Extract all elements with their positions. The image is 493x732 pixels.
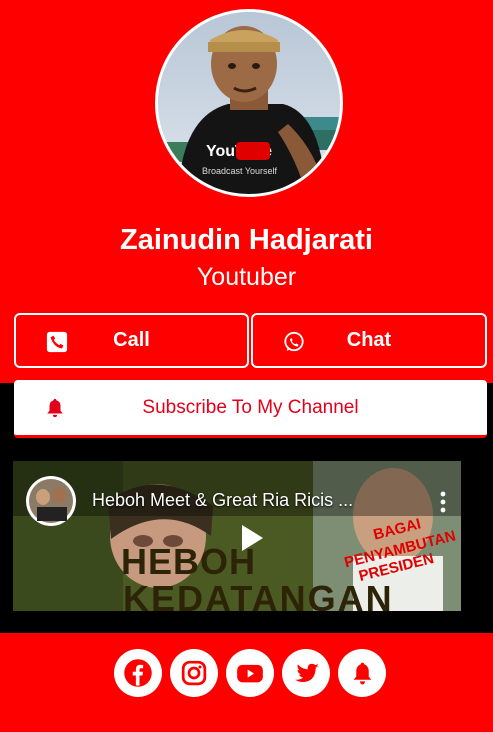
whatsapp-icon [284,331,304,352]
shirt-sub-text: Broadcast Yourself [202,166,278,176]
subscribe-label: Subscribe To My Channel [142,396,359,418]
bell-icon [47,398,63,418]
phone-icon [46,331,68,353]
bell-icon [353,662,371,684]
video-title: Heboh Meet & Great Ria Ricis ... [92,490,354,510]
notification-button[interactable] [338,649,386,697]
profile-subtitle: Youtuber [196,263,297,291]
avatar-photo: YouTube Broadcast Yourself [158,12,340,194]
video-overlay-text-2: KEDATANGAN [123,578,394,611]
call-button[interactable]: Call [14,313,249,368]
youtube-icon [237,664,263,683]
avatar: YouTube Broadcast Yourself [155,9,343,197]
twitter-button[interactable] [282,649,330,697]
youtube-video-embed[interactable]: Heboh Meet & Great Ria Ricis ... HEBOH K… [13,461,461,611]
chat-button[interactable]: Chat [251,313,487,368]
video-overlay-text-1: HEBOH [121,541,257,582]
instagram-button[interactable] [170,649,218,697]
facebook-icon [124,659,152,687]
facebook-button[interactable] [114,649,162,697]
subscribe-button[interactable]: Subscribe To My Channel [14,380,487,438]
twitter-icon [294,663,319,682]
profile-name: Zainudin Hadjarati [120,224,373,256]
instagram-icon [181,660,207,686]
youtube-button[interactable] [226,649,274,697]
